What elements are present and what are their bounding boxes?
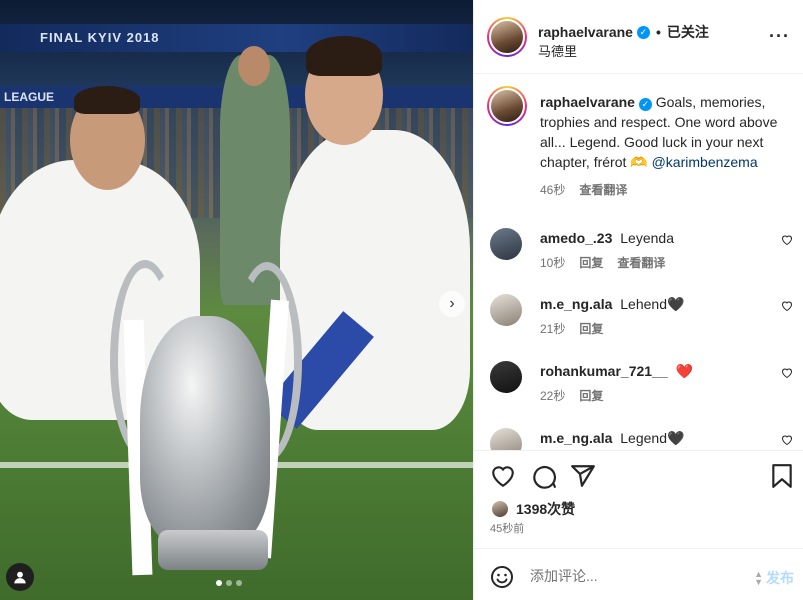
author-avatar[interactable] xyxy=(487,17,527,57)
next-photo-button[interactable]: › xyxy=(439,291,465,317)
comment-reply-link[interactable]: 回复 xyxy=(579,387,603,404)
comment-body: amedo_.23 Leyenda xyxy=(540,230,674,246)
commenter-avatar[interactable] xyxy=(490,228,522,260)
comment-icon[interactable] xyxy=(531,463,557,489)
comment-translate-link[interactable]: 查看翻译 xyxy=(617,254,665,271)
comment-like-icon[interactable] xyxy=(781,434,793,446)
comment-reply-link[interactable]: 回复 xyxy=(579,320,603,337)
comments-section[interactable]: raphaelvarane ✓ Goals, memories, trophie… xyxy=(474,74,803,450)
comment-meta: 22秒 回复 xyxy=(540,387,603,404)
trophy-cup xyxy=(140,316,270,546)
commenter-username[interactable]: m.e_ng.ala xyxy=(540,430,612,446)
commenter-username[interactable]: m.e_ng.ala xyxy=(540,296,612,312)
commenter-avatar[interactable] xyxy=(490,361,522,393)
likes-row[interactable]: 1398次赞 xyxy=(490,499,575,519)
comment-time: 10秒 xyxy=(540,256,566,270)
carousel-dot xyxy=(226,580,232,586)
comment-like-icon[interactable] xyxy=(781,300,793,312)
comment-composer: ▲▼ 发布 xyxy=(474,548,803,600)
comment-reply-link[interactable]: 回复 xyxy=(579,254,603,271)
photographer-head xyxy=(238,46,270,86)
post-location[interactable]: 马德里 xyxy=(538,41,577,60)
caption-text-block: raphaelvarane ✓ Goals, memories, trophie… xyxy=(540,92,780,200)
commenter-username[interactable]: rohankumar_721__ xyxy=(540,363,668,379)
player-right-hair xyxy=(306,36,382,76)
commenter-avatar[interactable] xyxy=(490,428,522,450)
follow-status-button[interactable]: 已关注 xyxy=(667,22,709,42)
bookmark-icon[interactable] xyxy=(769,463,795,489)
post-button-label: 发布 xyxy=(766,570,794,586)
comment-text: Leyenda xyxy=(620,230,674,246)
separator-dot: • xyxy=(655,24,661,40)
carousel-dot xyxy=(216,580,222,586)
verified-icon: ✓ xyxy=(638,97,652,111)
comment-item: m.e_ng.ala Lehend🖤 21秒 回复 xyxy=(487,294,797,354)
player-left-hair xyxy=(74,86,140,114)
comment-meta: 21秒 回复 xyxy=(540,320,603,337)
caption-avatar[interactable] xyxy=(487,86,527,126)
post-header: raphaelvarane ✓ • 已关注 马德里 ··· xyxy=(474,0,803,74)
comment-time: 22秒 xyxy=(540,389,566,403)
comment-text: Legend🖤 xyxy=(620,430,685,446)
comment-item: m.e_ng.ala Legend🖤 xyxy=(487,428,797,450)
caption-username[interactable]: raphaelvarane xyxy=(540,94,635,110)
commenter-username[interactable]: amedo_.23 xyxy=(540,230,612,246)
post-photo[interactable]: FINAL KYIV 2018 LEAGUE › xyxy=(0,0,473,600)
caption-mention-link[interactable]: @karimbenzema xyxy=(652,154,758,170)
likes-count[interactable]: 1398次赞 xyxy=(516,499,575,519)
comment-like-icon[interactable] xyxy=(781,367,793,379)
comment-body: m.e_ng.ala Legend🖤 xyxy=(540,430,684,447)
carousel-dots xyxy=(216,580,242,586)
comment-text: ❤️ xyxy=(675,363,693,379)
comment-input[interactable] xyxy=(530,565,740,587)
share-icon[interactable] xyxy=(570,463,596,489)
author-username[interactable]: raphaelvarane xyxy=(538,24,633,40)
carousel-dot xyxy=(236,580,242,586)
emoji-icon[interactable] xyxy=(490,565,514,589)
chevron-right-icon: › xyxy=(449,295,455,312)
author-row: raphaelvarane ✓ • 已关注 xyxy=(538,22,709,42)
post-comment-button[interactable]: ▲ ▼ 发布 xyxy=(754,568,794,588)
comment-text: Lehend🖤 xyxy=(620,296,685,312)
comment-body: rohankumar_721__ ❤️ xyxy=(540,363,693,380)
commenter-avatar[interactable] xyxy=(490,294,522,326)
heart-icon[interactable] xyxy=(490,463,516,489)
stadium-banner: FINAL KYIV 2018 xyxy=(0,24,473,52)
comment-like-icon[interactable] xyxy=(781,234,793,246)
comment-meta: 10秒 回复 查看翻译 xyxy=(540,254,665,271)
caption-time: 46秒 xyxy=(540,183,566,197)
caption-meta: 46秒 查看翻译 xyxy=(540,180,780,200)
more-options-icon[interactable]: ··· xyxy=(769,26,790,47)
loading-arrows-icon: ▲ ▼ xyxy=(754,569,763,587)
comment-item: rohankumar_721__ ❤️ 22秒 回复 xyxy=(487,361,797,421)
post-side-panel: raphaelvarane ✓ • 已关注 马德里 ··· raphaelvar… xyxy=(473,0,803,600)
post-time: 45秒前 xyxy=(490,523,525,535)
user-icon xyxy=(14,571,26,584)
comment-body: m.e_ng.ala Lehend🖤 xyxy=(540,296,684,313)
comment-time: 21秒 xyxy=(540,322,566,336)
liker-avatar xyxy=(490,499,510,519)
comment-item: amedo_.23 Leyenda 10秒 回复 查看翻译 xyxy=(487,228,797,288)
tagged-users-button[interactable] xyxy=(6,563,34,591)
verified-icon: ✓ xyxy=(636,25,650,39)
trophy-base xyxy=(158,530,268,570)
caption-translate-link[interactable]: 查看翻译 xyxy=(579,180,627,200)
post-actions: 1398次赞 45秒前 xyxy=(474,450,803,548)
